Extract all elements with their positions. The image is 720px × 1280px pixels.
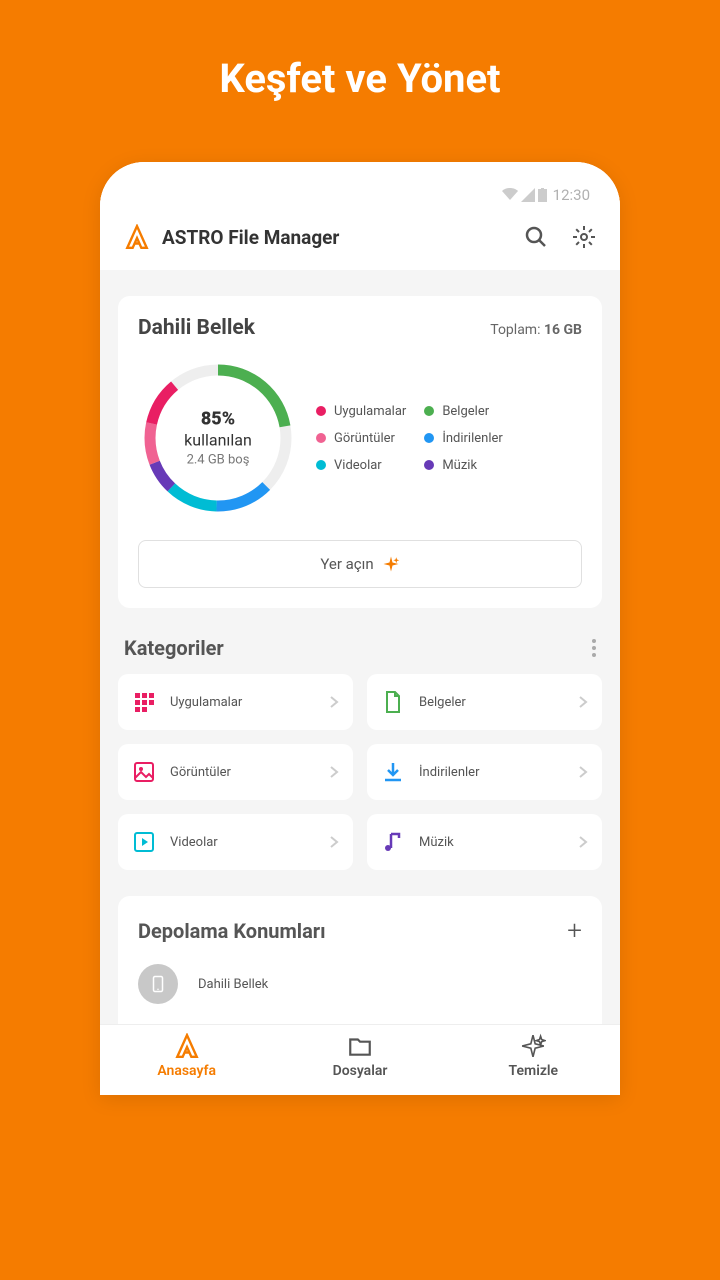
kebab-icon[interactable] [592,639,596,657]
video-icon [132,830,156,854]
locations-card: Depolama Konumları + Dahili Bellek [118,896,602,1024]
chevron-right-icon [578,835,588,849]
chevron-right-icon [329,765,339,779]
status-bar: 12:30 [100,162,620,210]
storage-total: Toplam: 16 GB [490,322,582,338]
chevron-right-icon [578,765,588,779]
folder-icon [347,1033,373,1059]
category-item[interactable]: Videolar [118,814,353,870]
add-location-button[interactable]: + [567,916,582,946]
sparkle-nav-icon [520,1033,546,1059]
legend-item: Videolar [316,458,406,473]
download-icon [381,760,405,784]
phone-icon [138,964,178,1004]
status-icons [502,188,547,202]
home-nav-icon [174,1033,200,1059]
phone-mockup: 12:30 ASTRO File Manager Dahili Bellek T… [100,162,620,1095]
search-icon[interactable] [524,225,548,249]
category-item[interactable]: Belgeler [367,674,602,730]
category-label: Belgeler [419,695,564,710]
legend-item: İndirilenler [424,431,514,446]
storage-title: Dahili Bellek [138,316,255,340]
location-item[interactable]: Dahili Bellek [138,964,582,1004]
hero-title: Keşfet ve Yönet [0,0,720,162]
legend-item: Müzik [424,458,514,473]
chevron-right-icon [329,695,339,709]
categories-section: Kategoriler Uygulamalar Belgeler Görüntüle… [118,636,602,870]
category-item[interactable]: Görüntüler [118,744,353,800]
nav-clean[interactable]: Temizle [447,1025,620,1095]
free-up-button[interactable]: Yer açın [138,540,582,588]
legend-item: Görüntüler [316,431,406,446]
app-bar: ASTRO File Manager [100,210,620,270]
category-label: Uygulamalar [170,695,315,710]
storage-used-pct: 85% kullanılan [178,409,258,451]
location-label: Dahili Bellek [198,977,268,992]
app-title: ASTRO File Manager [162,226,524,249]
category-label: Müzik [419,835,564,850]
battery-icon [538,188,547,202]
locations-title: Depolama Konumları [138,919,326,943]
storage-donut-chart: 85% kullanılan 2.4 GB boş [138,358,298,518]
storage-legend: Uygulamalar Belgeler Görüntüler İndirilenle… [316,404,515,473]
categories-title: Kategoriler [124,636,224,660]
category-item[interactable]: Müzik [367,814,602,870]
status-time: 12:30 [553,186,590,204]
nav-files[interactable]: Dosyalar [273,1025,446,1095]
legend-item: Uygulamalar [316,404,406,419]
nav-home[interactable]: Anasayfa [100,1025,273,1095]
apps-icon [132,690,156,714]
category-label: İndirilenler [419,765,564,780]
category-item[interactable]: İndirilenler [367,744,602,800]
wifi-icon [502,188,518,202]
storage-free: 2.4 GB boş [178,453,258,468]
chevron-right-icon [329,835,339,849]
bottom-nav: Anasayfa Dosyalar Temizle [100,1024,620,1095]
music-icon [381,830,405,854]
category-label: Videolar [170,835,315,850]
storage-card: Dahili Bellek Toplam: 16 GB [118,296,602,608]
sparkle-icon [382,555,400,573]
signal-icon [521,188,535,202]
gear-icon[interactable] [572,225,596,249]
legend-item: Belgeler [424,404,514,419]
document-icon [381,690,405,714]
app-logo-icon [124,224,150,250]
category-label: Görüntüler [170,765,315,780]
category-item[interactable]: Uygulamalar [118,674,353,730]
chevron-right-icon [578,695,588,709]
image-icon [132,760,156,784]
